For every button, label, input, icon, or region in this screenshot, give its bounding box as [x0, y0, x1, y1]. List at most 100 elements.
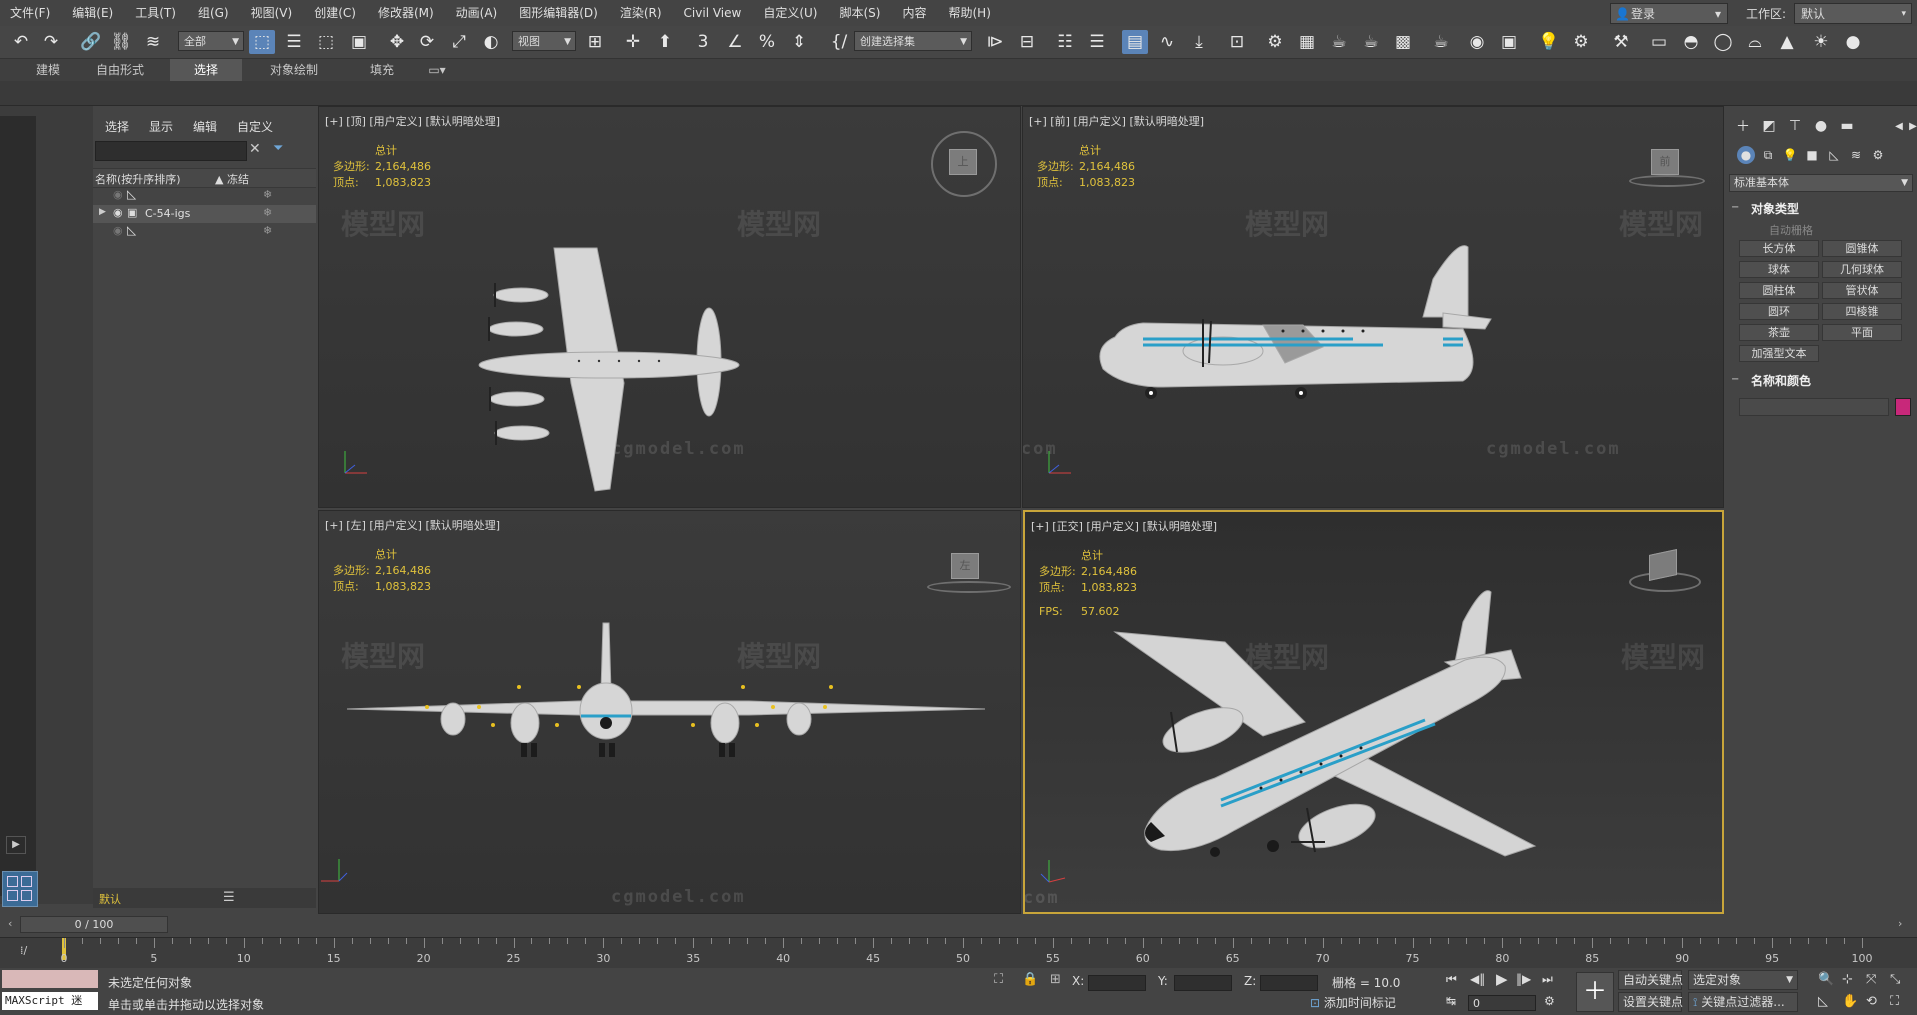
- render-setup-icon[interactable]: ▦: [1294, 30, 1320, 54]
- zoom-extents-icon[interactable]: ⤧: [1866, 972, 1876, 987]
- menu-modifiers[interactable]: 修改器(M): [368, 0, 446, 26]
- select-by-name-icon[interactable]: ☰: [281, 30, 307, 54]
- absolute-mode-icon[interactable]: ⊞: [1050, 972, 1061, 987]
- explorer-menu-edit[interactable]: 编辑: [193, 118, 217, 135]
- box-button[interactable]: 长方体: [1739, 240, 1819, 257]
- sun-icon[interactable]: ☀: [1808, 30, 1834, 54]
- tube-button[interactable]: 管状体: [1822, 282, 1902, 299]
- play-icon[interactable]: ▶: [1496, 970, 1508, 988]
- dome-icon[interactable]: ◓: [1678, 30, 1704, 54]
- geosphere-button[interactable]: 几何球体: [1822, 261, 1902, 278]
- menu-rendering[interactable]: 渲染(R): [610, 0, 674, 26]
- manage-icon[interactable]: ⚙: [1568, 30, 1594, 54]
- menu-help[interactable]: 帮助(H): [938, 0, 1002, 26]
- menu-file[interactable]: 文件(F): [0, 0, 62, 26]
- filter-icon[interactable]: ⏷: [273, 141, 283, 156]
- selection-filter-dropdown[interactable]: 全部 ▼: [178, 31, 244, 51]
- select-object-icon[interactable]: ⬚: [249, 30, 275, 54]
- chevron-left-icon[interactable]: ‹: [8, 917, 12, 930]
- pyramid-button[interactable]: 四棱锥: [1822, 303, 1902, 320]
- create-tab-icon[interactable]: ＋: [1733, 116, 1753, 136]
- torus-button[interactable]: 圆环: [1739, 303, 1819, 320]
- auto-key-button[interactable]: 自动关键点: [1618, 970, 1683, 990]
- link-icon[interactable]: 🔗: [78, 30, 104, 54]
- zoom-all-icon[interactable]: ⊹: [1842, 972, 1853, 987]
- spinner-snap-icon[interactable]: ⇕: [786, 30, 812, 54]
- menu-group[interactable]: 组(G): [188, 0, 241, 26]
- geometry-icon[interactable]: ●: [1737, 146, 1755, 164]
- menu-view[interactable]: 视图(V): [241, 0, 305, 26]
- teapot-icon[interactable]: ☕: [1428, 30, 1454, 54]
- rectangular-selection-icon[interactable]: ⬚: [313, 30, 339, 54]
- menu-edit[interactable]: 编辑(E): [62, 0, 125, 26]
- menu-tools[interactable]: 工具(T): [125, 0, 188, 26]
- freeze-icon[interactable]: ❄: [263, 188, 272, 201]
- maximize-viewport-icon[interactable]: ⛶: [1890, 994, 1899, 1009]
- schematic-view-icon[interactable]: ⊡: [1224, 30, 1250, 54]
- isolate-selection-icon[interactable]: ⛶: [994, 972, 1003, 987]
- ribbon-options-icon[interactable]: ▭▾: [424, 59, 450, 81]
- a360-icon[interactable]: ◉: [1464, 30, 1490, 54]
- z-coordinate-input[interactable]: [1260, 975, 1318, 991]
- viewport-left[interactable]: [+] [左] [用户定义] [默认明暗处理] 总计 多边形: 2,164,486…: [318, 510, 1021, 914]
- tab-selection[interactable]: 选择: [170, 59, 242, 81]
- column-name-header[interactable]: 名称(按升序排序): [95, 171, 181, 187]
- hierarchy-tab-icon[interactable]: ⊤: [1785, 116, 1805, 136]
- percent-snap-icon[interactable]: %: [754, 30, 780, 54]
- teapot-button[interactable]: 茶壶: [1739, 324, 1819, 341]
- explorer-menu-display[interactable]: 显示: [149, 118, 173, 135]
- undo-icon[interactable]: ↶: [8, 30, 34, 54]
- rollout-object-type[interactable]: 对象类型: [1751, 200, 1799, 217]
- vray-toolbar-icon[interactable]: ⚒: [1608, 30, 1634, 54]
- workspace-select[interactable]: 默认 ▾: [1794, 3, 1912, 24]
- viewport-layouts-icon[interactable]: [2, 871, 38, 907]
- zoom-icon[interactable]: 🔍: [1818, 972, 1834, 987]
- reference-coordinate-dropdown[interactable]: 视图 ▼: [512, 31, 576, 51]
- image-viewer-icon[interactable]: ▣: [1496, 30, 1522, 54]
- maxscript-input[interactable]: MAXScript 迷: [2, 992, 98, 1010]
- light-lister-icon[interactable]: 💡: [1536, 30, 1562, 54]
- column-freeze-header[interactable]: ▲ 冻结: [215, 171, 249, 187]
- align-icon[interactable]: ⊟: [1014, 30, 1040, 54]
- keyboard-shortcut-icon[interactable]: ⬆: [652, 30, 678, 54]
- menu-civil-view[interactable]: Civil View: [674, 0, 754, 26]
- space-warps-icon[interactable]: ≋: [1847, 146, 1865, 164]
- set-key-button[interactable]: 设置关键点: [1618, 992, 1683, 1012]
- track-bar[interactable]: ⁞∕ 0 5 10 15 20 25 30 35 40 45 50 55 60 65 70 75 80 85 90 9…: [0, 937, 1917, 968]
- window-crossing-icon[interactable]: ▣: [346, 30, 372, 54]
- add-time-tag-button[interactable]: ⊡ 添加时间标记: [1306, 994, 1406, 1014]
- viewport-top[interactable]: [+] [顶] [用户定义] [默认明暗处理] 总计 多边形: 2,164,486…: [318, 106, 1021, 508]
- layer-explorer-icon[interactable]: ☰: [1084, 30, 1110, 54]
- layer-name[interactable]: 默认: [99, 891, 121, 907]
- tab-modeling[interactable]: 建模: [20, 59, 76, 81]
- rollout-name-color[interactable]: 名称和颜色: [1751, 372, 1811, 389]
- viewport-orthographic[interactable]: [+] [正交] [用户定义] [默认明暗处理] 总计 多边形: 2,164,48…: [1023, 510, 1724, 914]
- dope-sheet-icon[interactable]: ⤓: [1186, 30, 1212, 54]
- sphere-light-icon[interactable]: ◯: [1710, 30, 1736, 54]
- text-plus-button[interactable]: 加强型文本: [1739, 345, 1819, 362]
- visibility-icon[interactable]: ◉: [113, 224, 123, 237]
- snaps-toggle-icon[interactable]: 3: [690, 30, 716, 54]
- play-icon[interactable]: ▶: [6, 836, 26, 854]
- display-tab-icon[interactable]: ▬: [1837, 116, 1857, 136]
- table-row[interactable]: ▶ ◉ ▣ C-54-igs ❄: [93, 205, 316, 223]
- visibility-icon[interactable]: ◉: [113, 206, 123, 219]
- scale-icon[interactable]: ⤢: [446, 30, 472, 54]
- category-dropdown[interactable]: 标准基本体 ▼: [1729, 174, 1913, 192]
- object-color-swatch[interactable]: [1895, 398, 1911, 416]
- lock-selection-icon[interactable]: 🔒: [1022, 972, 1038, 987]
- freeze-icon[interactable]: ❄: [263, 206, 272, 219]
- selected-object-dropdown[interactable]: 选定对象 ▼: [1688, 970, 1798, 990]
- explorer-menu-select[interactable]: 选择: [105, 118, 129, 135]
- systems-icon[interactable]: ⚙: [1869, 146, 1887, 164]
- chevron-right-icon[interactable]: ▶: [1903, 116, 1917, 136]
- go-to-end-icon[interactable]: ⏭: [1542, 972, 1553, 987]
- render-production-icon[interactable]: ☕: [1358, 30, 1384, 54]
- menu-create[interactable]: 创建(C): [304, 0, 368, 26]
- toggle-ribbon-icon[interactable]: ▤: [1122, 30, 1148, 54]
- unlink-icon[interactable]: ⛓: [108, 30, 134, 54]
- plane-icon[interactable]: ▭: [1646, 30, 1672, 54]
- tab-freeform[interactable]: 自由形式: [86, 59, 154, 81]
- angle-snap-icon[interactable]: ∠: [722, 30, 748, 54]
- viewport-front[interactable]: [+] [前] [用户定义] [默认明暗处理] 总计 多边形: 2,164,486…: [1022, 106, 1724, 508]
